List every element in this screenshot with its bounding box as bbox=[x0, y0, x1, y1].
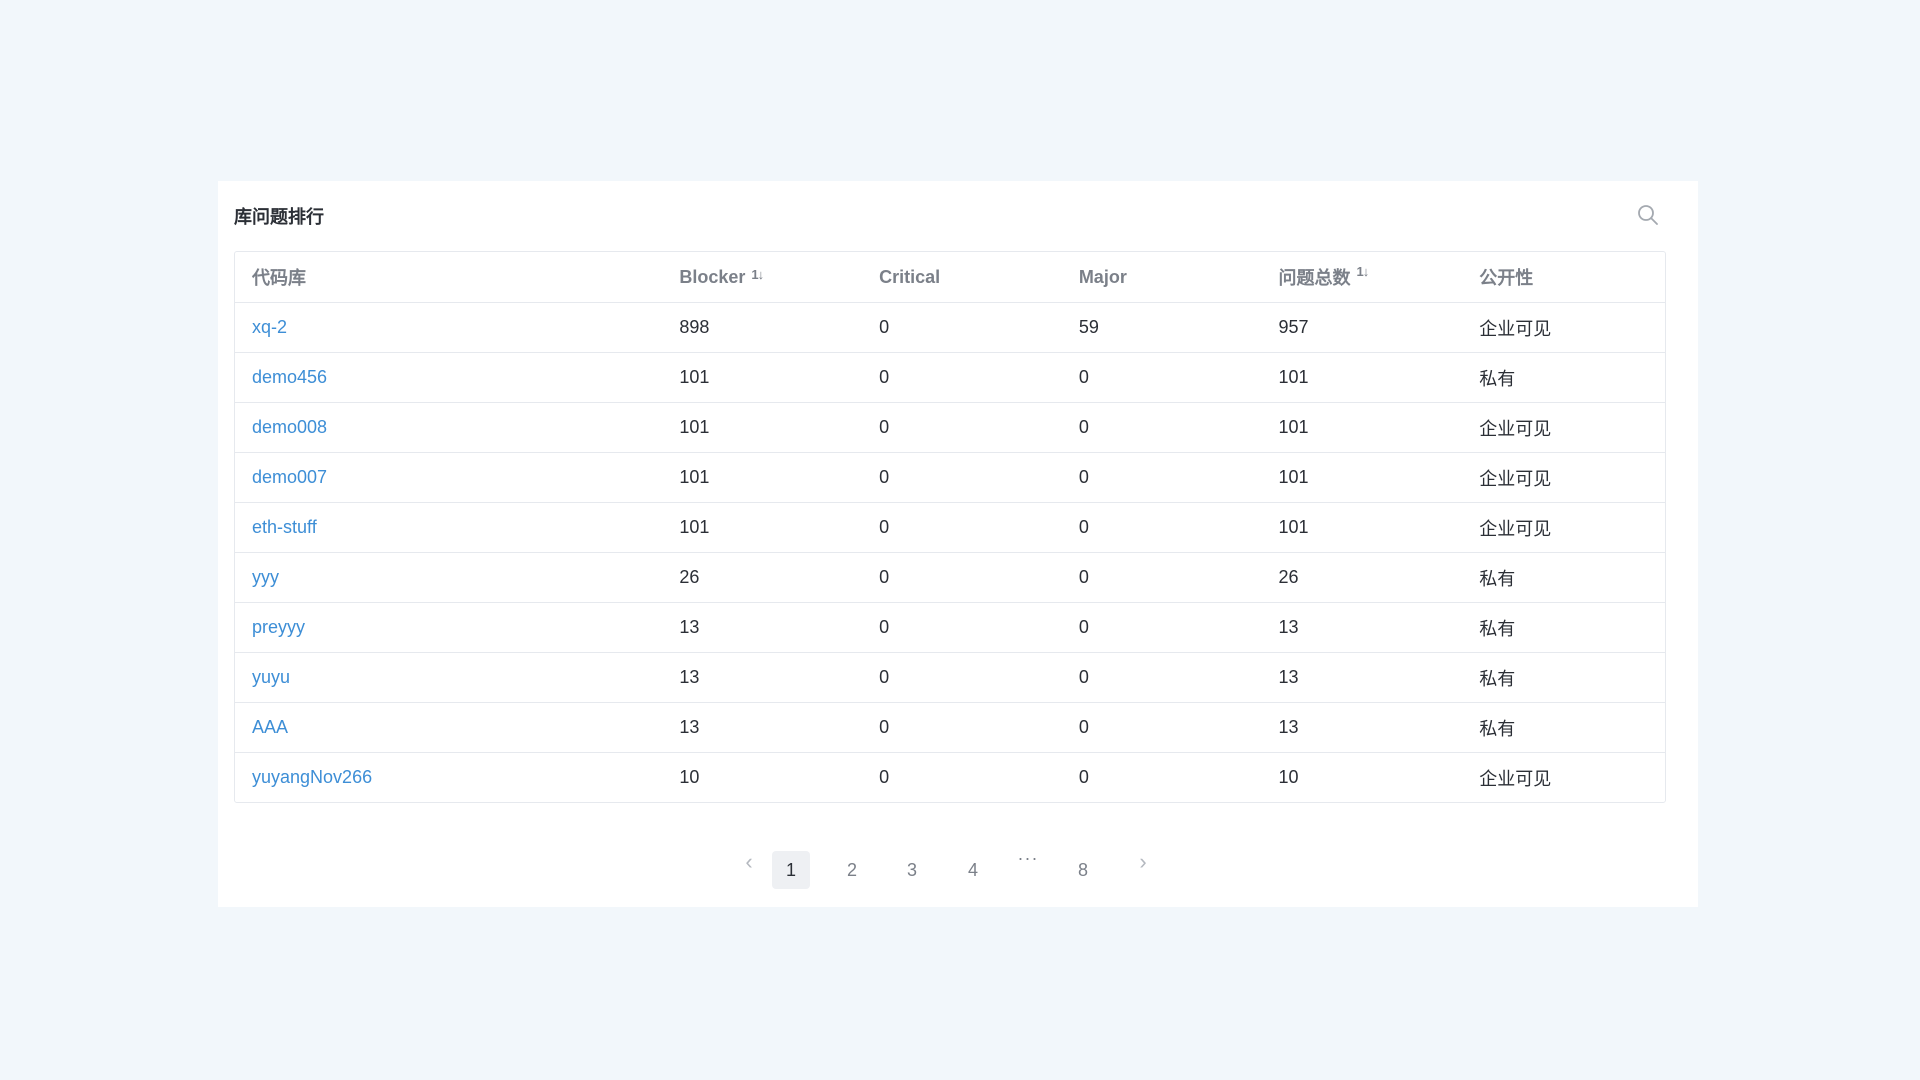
major-count: 0 bbox=[1078, 667, 1089, 687]
total-count: 26 bbox=[1278, 567, 1299, 587]
critical-count: 0 bbox=[879, 617, 890, 637]
repo-link[interactable]: yyy bbox=[235, 567, 662, 588]
total-count: 101 bbox=[1278, 417, 1309, 437]
pagination-prev-button[interactable]: ‹ bbox=[730, 843, 768, 881]
repo-link[interactable]: yuyangNov266 bbox=[235, 767, 662, 788]
repo-link[interactable]: yuyu bbox=[235, 667, 662, 688]
page-button-8[interactable]: 8 bbox=[1064, 851, 1102, 889]
visibility: 私有 bbox=[1479, 368, 1516, 389]
repo-link[interactable]: eth-stuff bbox=[235, 517, 662, 538]
visibility: 企业可见 bbox=[1479, 318, 1552, 339]
major-count: 0 bbox=[1078, 567, 1089, 587]
repo-link[interactable]: demo008 bbox=[235, 417, 662, 438]
table-row: xq-2 898 0 59 957 企业可见 bbox=[235, 302, 1665, 352]
table-row: eth-stuff 101 0 0 101 企业可见 bbox=[235, 502, 1665, 552]
col-header-visibility: 公开性 bbox=[1479, 268, 1534, 288]
visibility: 企业可见 bbox=[1479, 418, 1552, 439]
critical-count: 0 bbox=[879, 567, 890, 587]
critical-count: 0 bbox=[879, 367, 890, 387]
table-row: demo007 101 0 0 101 企业可见 bbox=[235, 452, 1665, 502]
critical-count: 0 bbox=[879, 767, 890, 787]
major-count: 0 bbox=[1078, 517, 1089, 537]
blocker-count: 13 bbox=[679, 617, 700, 637]
total-count: 101 bbox=[1278, 467, 1309, 487]
col-header-major: Major bbox=[1078, 266, 1127, 287]
major-count: 59 bbox=[1078, 317, 1099, 337]
col-header-total[interactable]: 问题总数 1↓ bbox=[1262, 264, 1463, 290]
blocker-count: 26 bbox=[679, 567, 700, 587]
repo-link[interactable]: preyyy bbox=[235, 617, 662, 638]
search-icon bbox=[1636, 203, 1660, 232]
blocker-count: 13 bbox=[679, 717, 700, 737]
table-row: preyyy 13 0 0 13 私有 bbox=[235, 602, 1665, 652]
col-header-blocker-label: Blocker bbox=[679, 266, 746, 287]
blocker-count: 101 bbox=[679, 467, 710, 487]
total-count: 101 bbox=[1278, 517, 1309, 537]
blocker-count: 10 bbox=[679, 767, 700, 787]
col-header-total-label: 问题总数 bbox=[1278, 268, 1351, 288]
search-button[interactable] bbox=[1634, 203, 1662, 231]
repo-link[interactable]: demo456 bbox=[235, 367, 662, 388]
page-button-4[interactable]: 4 bbox=[954, 851, 992, 889]
blocker-count: 101 bbox=[679, 517, 710, 537]
total-count: 10 bbox=[1278, 767, 1299, 787]
col-header-critical: Critical bbox=[879, 266, 941, 287]
table-row: demo008 101 0 0 101 企业可见 bbox=[235, 402, 1665, 452]
issue-table: 代码库 Blocker 1↓ Critical Major 问题总数 1↓ 公开性 … bbox=[234, 251, 1666, 803]
pagination: ‹ 1 2 3 4 ··· 8 › bbox=[218, 848, 1698, 891]
blocker-count: 898 bbox=[679, 317, 710, 337]
visibility: 私有 bbox=[1479, 618, 1516, 639]
table-row: AAA 13 0 0 13 私有 bbox=[235, 702, 1665, 752]
repo-link[interactable]: AAA bbox=[235, 717, 662, 738]
sort-icon[interactable]: 1↓ bbox=[1356, 264, 1370, 279]
table-row: yyy 26 0 0 26 私有 bbox=[235, 552, 1665, 602]
total-count: 13 bbox=[1278, 667, 1299, 687]
total-count: 957 bbox=[1278, 317, 1309, 337]
sort-icon-glyph: 1↓ bbox=[1356, 264, 1370, 279]
total-count: 101 bbox=[1278, 367, 1309, 387]
col-header-repo: 代码库 bbox=[252, 268, 306, 288]
critical-count: 0 bbox=[879, 317, 890, 337]
blocker-count: 13 bbox=[679, 667, 700, 687]
panel-title: 库问题排行 bbox=[234, 207, 324, 227]
table-row: yuyangNov266 10 0 0 10 企业可见 bbox=[235, 752, 1665, 802]
visibility: 企业可见 bbox=[1479, 518, 1552, 539]
repo-issue-ranking-panel: 库问题排行 代码库 Blocker 1↓ Critical Major 问题总数 1… bbox=[218, 181, 1698, 907]
major-count: 0 bbox=[1078, 767, 1089, 787]
critical-count: 0 bbox=[879, 717, 890, 737]
critical-count: 0 bbox=[879, 467, 890, 487]
col-header-blocker[interactable]: Blocker 1↓ bbox=[662, 267, 862, 288]
sort-icon-glyph: 1↓ bbox=[751, 266, 764, 282]
pagination-next-button[interactable]: › bbox=[1124, 843, 1162, 881]
major-count: 0 bbox=[1078, 717, 1089, 737]
blocker-count: 101 bbox=[679, 417, 710, 437]
visibility: 私有 bbox=[1479, 718, 1516, 739]
table-row: demo456 101 0 0 101 私有 bbox=[235, 352, 1665, 402]
visibility: 企业可见 bbox=[1479, 768, 1552, 789]
page-ellipsis[interactable]: ··· bbox=[1009, 839, 1047, 877]
table-header-row: 代码库 Blocker 1↓ Critical Major 问题总数 1↓ 公开性 bbox=[235, 252, 1665, 302]
chevron-left-icon: ‹ bbox=[745, 849, 753, 874]
total-count: 13 bbox=[1278, 717, 1299, 737]
visibility: 私有 bbox=[1479, 568, 1516, 589]
visibility: 企业可见 bbox=[1479, 468, 1552, 489]
page-button-1[interactable]: 1 bbox=[772, 851, 810, 889]
critical-count: 0 bbox=[879, 667, 890, 687]
page-button-2[interactable]: 2 bbox=[833, 851, 871, 889]
major-count: 0 bbox=[1078, 467, 1089, 487]
table-row: yuyu 13 0 0 13 私有 bbox=[235, 652, 1665, 702]
sort-icon[interactable]: 1↓ bbox=[751, 266, 764, 282]
major-count: 0 bbox=[1078, 417, 1089, 437]
total-count: 13 bbox=[1278, 617, 1299, 637]
critical-count: 0 bbox=[879, 417, 890, 437]
major-count: 0 bbox=[1078, 617, 1089, 637]
critical-count: 0 bbox=[879, 517, 890, 537]
chevron-right-icon: › bbox=[1139, 849, 1147, 874]
major-count: 0 bbox=[1078, 367, 1089, 387]
visibility: 私有 bbox=[1479, 668, 1516, 689]
blocker-count: 101 bbox=[679, 367, 710, 387]
repo-link[interactable]: xq-2 bbox=[235, 317, 662, 338]
repo-link[interactable]: demo007 bbox=[235, 467, 662, 488]
page-button-3[interactable]: 3 bbox=[893, 851, 931, 889]
